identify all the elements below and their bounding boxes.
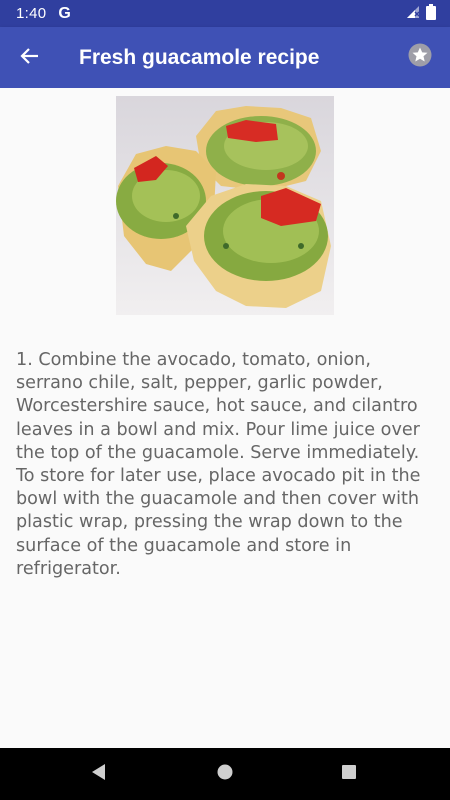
google-notification-icon: G xyxy=(58,4,71,22)
nav-back-button[interactable] xyxy=(86,761,112,787)
recents-square-icon xyxy=(340,763,358,785)
battery-icon xyxy=(426,3,436,24)
recipe-content: 1. Combine the avocado, tomato, onion, s… xyxy=(0,88,450,748)
app-bar: Fresh guacamole recipe xyxy=(0,27,450,88)
back-arrow-icon xyxy=(20,46,40,70)
nav-recents-button[interactable] xyxy=(336,761,362,787)
nav-home-button[interactable] xyxy=(212,761,238,787)
signal-icon xyxy=(406,4,420,23)
page-title: Fresh guacamole recipe xyxy=(79,45,320,69)
navigation-bar xyxy=(0,748,450,800)
back-button[interactable] xyxy=(0,27,60,88)
status-icons xyxy=(406,3,436,24)
recipe-directions: 1. Combine the avocado, tomato, onion, s… xyxy=(16,350,421,579)
recipe-image xyxy=(116,96,334,315)
status-bar: 1:40 G xyxy=(0,0,450,27)
home-circle-icon xyxy=(216,763,234,785)
star-icon xyxy=(408,43,432,71)
status-time: 1:40 xyxy=(16,5,47,22)
favorite-button[interactable] xyxy=(399,36,441,78)
back-triangle-icon xyxy=(90,763,108,785)
